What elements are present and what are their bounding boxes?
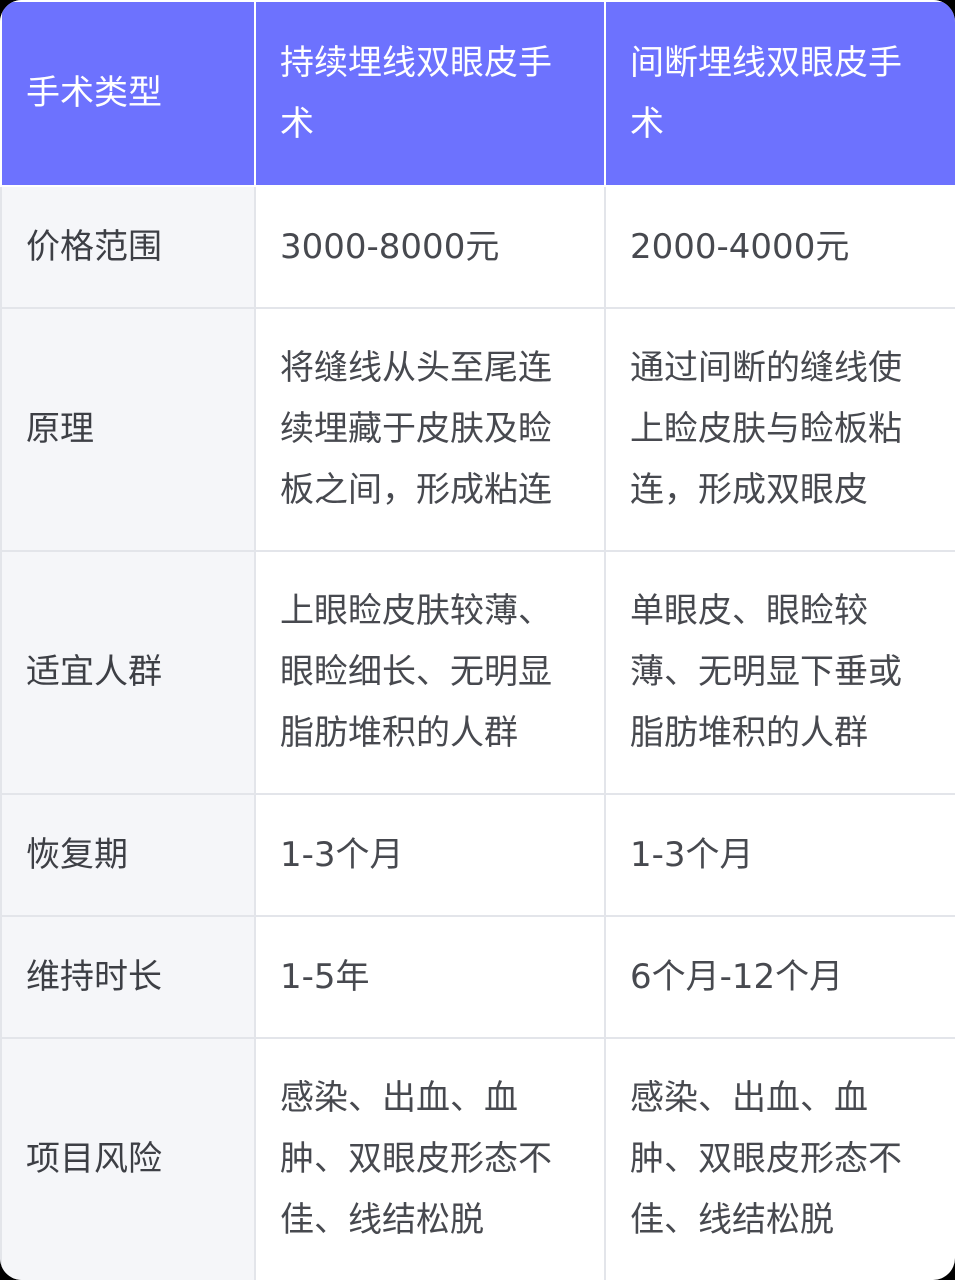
table-body: 价格范围 3000-8000元 2000-4000元 原理 将缝线从头至尾连续埋… xyxy=(0,185,955,1280)
cell-interrupted: 感染、出血、血肿、双眼皮形态不佳、线结松脱 xyxy=(604,1037,955,1280)
table-row-risk: 项目风险 感染、出血、血肿、双眼皮形态不佳、线结松脱 感染、出血、血肿、双眼皮形… xyxy=(0,1037,955,1280)
row-label: 原理 xyxy=(0,307,256,552)
header-surgery-type: 手术类型 xyxy=(0,0,256,187)
row-label: 维持时长 xyxy=(0,915,256,1039)
table-row-duration: 维持时长 1-5年 6个月-12个月 xyxy=(0,915,955,1039)
row-label: 项目风险 xyxy=(0,1037,256,1280)
header-interrupted: 间断埋线双眼皮手术 xyxy=(604,0,955,187)
table-row-price: 价格范围 3000-8000元 2000-4000元 xyxy=(0,185,955,309)
cell-interrupted: 通过间断的缝线使上睑皮肤与睑板粘连，形成双眼皮 xyxy=(604,307,955,552)
cell-continuous: 上眼睑皮肤较薄、眼睑细长、无明显脂肪堆积的人群 xyxy=(254,550,606,795)
cell-continuous: 3000-8000元 xyxy=(254,185,606,309)
cell-interrupted: 2000-4000元 xyxy=(604,185,955,309)
cell-continuous: 将缝线从头至尾连续埋藏于皮肤及睑板之间，形成粘连 xyxy=(254,307,606,552)
cell-continuous: 1-5年 xyxy=(254,915,606,1039)
cell-continuous: 1-3个月 xyxy=(254,793,606,917)
comparison-table-card: 手术类型 持续埋线双眼皮手术 间断埋线双眼皮手术 价格范围 3000-8000元… xyxy=(0,0,955,1280)
cell-continuous: 感染、出血、血肿、双眼皮形态不佳、线结松脱 xyxy=(254,1037,606,1280)
table-row-recovery: 恢复期 1-3个月 1-3个月 xyxy=(0,793,955,917)
row-label: 适宜人群 xyxy=(0,550,256,795)
row-label: 恢复期 xyxy=(0,793,256,917)
table-header: 手术类型 持续埋线双眼皮手术 间断埋线双眼皮手术 xyxy=(0,0,955,187)
cell-interrupted: 6个月-12个月 xyxy=(604,915,955,1039)
cell-interrupted: 单眼皮、眼睑较薄、无明显下垂或脂肪堆积的人群 xyxy=(604,550,955,795)
table-row-suitable: 适宜人群 上眼睑皮肤较薄、眼睑细长、无明显脂肪堆积的人群 单眼皮、眼睑较薄、无明… xyxy=(0,550,955,795)
comparison-table: 手术类型 持续埋线双眼皮手术 间断埋线双眼皮手术 价格范围 3000-8000元… xyxy=(0,0,955,1280)
row-label: 价格范围 xyxy=(0,185,256,309)
header-continuous: 持续埋线双眼皮手术 xyxy=(254,0,606,187)
cell-interrupted: 1-3个月 xyxy=(604,793,955,917)
header-row: 手术类型 持续埋线双眼皮手术 间断埋线双眼皮手术 xyxy=(0,0,955,187)
table-row-principle: 原理 将缝线从头至尾连续埋藏于皮肤及睑板之间，形成粘连 通过间断的缝线使上睑皮肤… xyxy=(0,307,955,552)
